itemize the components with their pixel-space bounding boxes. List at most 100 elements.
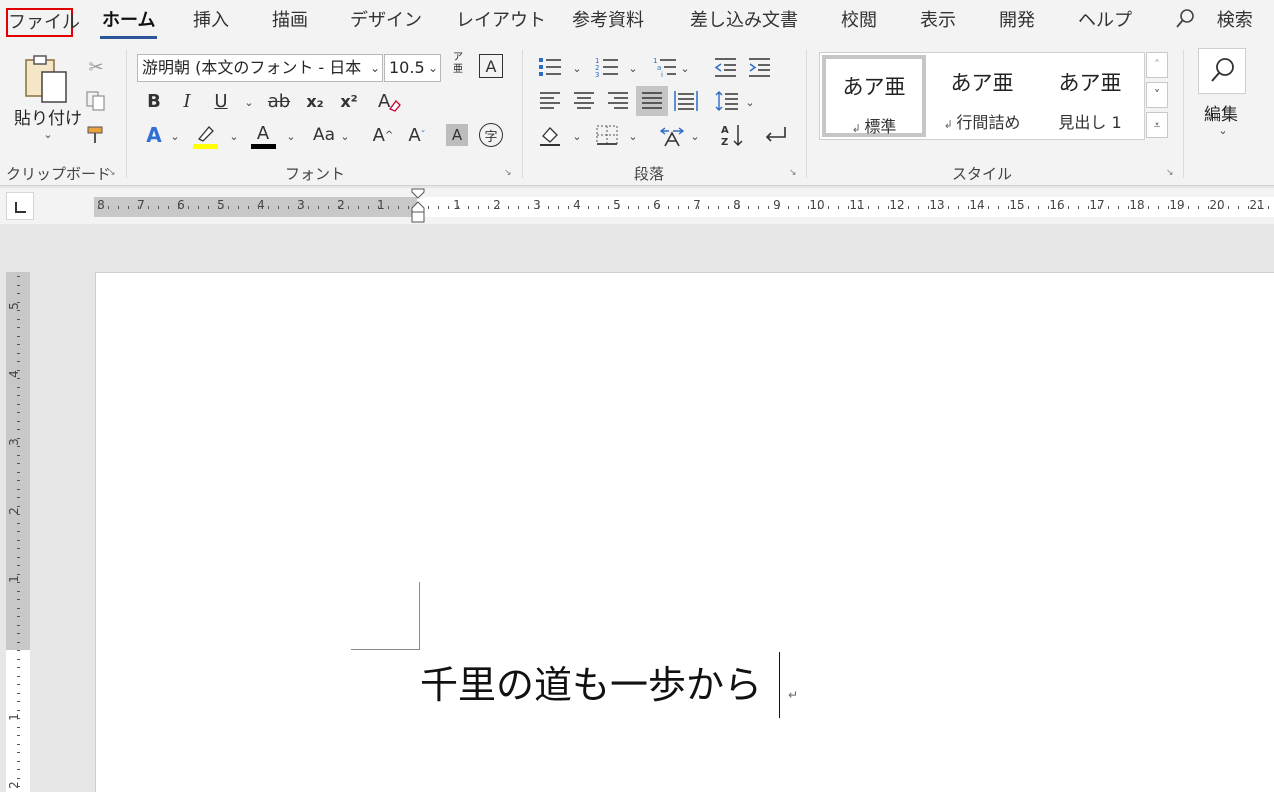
tab-help[interactable]: ヘルプ — [1078, 8, 1132, 34]
justify-icon[interactable] — [636, 86, 668, 116]
editing-label[interactable]: 編集 — [1204, 100, 1238, 125]
tab-references[interactable]: 参考資料 — [572, 8, 644, 34]
tab-draw[interactable]: 描画 — [272, 8, 308, 34]
underline-button[interactable]: U — [208, 88, 234, 114]
ruler-number: 3 — [533, 198, 541, 212]
styles-launcher-icon[interactable]: ↘ — [1166, 168, 1176, 178]
line-spacing-dropdown-icon[interactable]: ⌄ — [744, 96, 756, 110]
highlight-color-swatch — [193, 144, 218, 149]
style-normal[interactable]: あア亜 ↲ 標準 — [822, 55, 926, 137]
grow-font-button[interactable]: A ^ — [370, 122, 396, 148]
align-left-icon[interactable] — [537, 88, 563, 114]
show-formatting-marks-icon[interactable] — [763, 122, 789, 148]
shrink-font-button[interactable]: Aˇ — [404, 122, 430, 148]
clear-formatting-icon[interactable]: A — [376, 88, 402, 114]
ruler-number: 6 — [177, 198, 185, 212]
underline-dropdown-icon[interactable]: ⌄ — [243, 96, 255, 110]
format-painter-icon[interactable] — [83, 122, 109, 148]
subscript-button[interactable]: x₂ — [302, 88, 328, 114]
ruler-tick — [1018, 206, 1019, 209]
tab-developer[interactable]: 開発 — [999, 8, 1035, 34]
font-color-button[interactable]: A — [250, 120, 276, 146]
editing-dropdown-icon[interactable]: ⌄ — [1217, 124, 1229, 138]
ruler-tick — [17, 412, 20, 413]
horizontal-ruler[interactable]: 8 7 6 5 4 3 2 1 1 2 3 4 5 6 7 8 9 10 11 12 13 14 15 16 17 18 19 20 2… — [94, 197, 1274, 217]
clipboard-launcher-icon[interactable]: ↘ — [108, 168, 118, 178]
bold-button[interactable]: B — [141, 88, 167, 114]
font-name-box[interactable]: 游明朝 (本文のフォント - 日本 ⌄ — [137, 54, 383, 82]
gallery-scroll-up-button[interactable]: ˄ — [1146, 52, 1168, 78]
style-heading-1[interactable]: あア亜 見出し 1 — [1038, 55, 1142, 137]
ruler-tick — [378, 206, 379, 209]
character-border-button[interactable]: A — [479, 54, 503, 78]
find-button[interactable] — [1198, 48, 1246, 94]
bullets-dropdown-icon[interactable]: ⌄ — [571, 62, 583, 76]
tab-selector-button[interactable] — [6, 192, 34, 220]
numbering-dropdown-icon[interactable]: ⌄ — [627, 62, 639, 76]
decrease-indent-icon[interactable] — [712, 54, 738, 80]
ruler-tick — [728, 206, 729, 209]
align-center-icon[interactable] — [571, 88, 597, 114]
change-case-dropdown-icon[interactable]: ⌄ — [339, 130, 351, 144]
document-text[interactable]: 千里の道も一歩から — [420, 663, 762, 707]
borders-dropdown-icon[interactable]: ⌄ — [627, 130, 639, 144]
shading-dropdown-icon[interactable]: ⌄ — [571, 130, 583, 144]
bullets-icon[interactable] — [537, 54, 563, 80]
numbering-icon[interactable]: 123 — [594, 54, 620, 80]
asian-layout-icon[interactable] — [659, 122, 685, 148]
superscript-button[interactable]: x² — [336, 88, 362, 114]
borders-icon[interactable] — [594, 122, 620, 148]
tab-home[interactable]: ホーム — [99, 8, 158, 39]
text-effects-button[interactable]: A — [141, 122, 167, 148]
highlight-dropdown-icon[interactable]: ⌄ — [228, 130, 240, 144]
tab-file[interactable]: ファイル — [6, 8, 80, 37]
align-right-icon[interactable] — [605, 88, 631, 114]
change-case-button[interactable]: Aa — [308, 122, 340, 148]
shading-icon[interactable] — [537, 122, 563, 148]
multilevel-list-icon[interactable]: 1ai — [652, 54, 678, 80]
gallery-scroll-down-button[interactable]: ˅ — [1146, 82, 1168, 108]
ruler-tick — [17, 378, 20, 379]
gallery-more-button[interactable]: ⩡ — [1146, 112, 1168, 138]
paste-dropdown-icon[interactable]: ⌄ — [42, 128, 54, 142]
ruler-number: 4 — [6, 370, 21, 378]
tab-mailings[interactable]: 差し込み文書 — [690, 8, 798, 34]
highlight-icon[interactable] — [193, 120, 219, 146]
character-shading-button[interactable]: A — [446, 124, 468, 146]
vertical-ruler[interactable]: 5432112 — [6, 272, 30, 792]
paragraph-launcher-icon[interactable]: ↘ — [789, 168, 799, 178]
style-label-text: 標準 — [864, 117, 897, 136]
style-no-spacing[interactable]: あア亜 ↲ 行間詰め — [930, 55, 1034, 137]
multilevel-dropdown-icon[interactable]: ⌄ — [679, 62, 691, 76]
paste-button-label[interactable]: 貼り付け — [14, 104, 82, 129]
italic-button[interactable]: I — [174, 88, 200, 114]
phonetic-guide-button[interactable]: ア亜 — [449, 52, 467, 76]
tab-review[interactable]: 校閲 — [841, 8, 877, 34]
svg-text:A: A — [378, 91, 391, 112]
cut-icon[interactable]: ✂ — [83, 54, 109, 80]
text-effects-dropdown-icon[interactable]: ⌄ — [169, 130, 181, 144]
sort-icon[interactable]: AZ — [720, 122, 746, 148]
copy-icon[interactable] — [83, 88, 109, 114]
enclose-characters-button[interactable]: 字 — [479, 123, 503, 147]
ruler-tick — [17, 429, 20, 430]
tab-view[interactable]: 表示 — [920, 8, 956, 34]
document-page[interactable]: 千里の道も一歩から ↵ — [95, 272, 1274, 792]
indent-marker-icon[interactable] — [411, 188, 425, 224]
ruler-tick — [958, 206, 959, 209]
distributed-icon[interactable] — [673, 88, 699, 114]
ruler-number: 10 — [809, 198, 825, 212]
font-color-dropdown-icon[interactable]: ⌄ — [285, 130, 297, 144]
asian-layout-dropdown-icon[interactable]: ⌄ — [689, 130, 701, 144]
tab-insert[interactable]: 挿入 — [193, 8, 229, 34]
tab-layout[interactable]: レイアウト — [456, 8, 546, 34]
strikethrough-button[interactable]: ab — [266, 88, 292, 114]
search-tab[interactable]: 検索 — [1175, 8, 1253, 34]
ruler-tick — [218, 206, 219, 209]
font-launcher-icon[interactable]: ↘ — [504, 168, 514, 178]
increase-indent-icon[interactable] — [746, 54, 772, 80]
font-size-box[interactable]: 10.5 ⌄ — [384, 54, 441, 82]
tab-design[interactable]: デザイン — [350, 8, 422, 34]
paste-icon[interactable] — [24, 54, 70, 104]
line-spacing-icon[interactable] — [714, 88, 740, 114]
